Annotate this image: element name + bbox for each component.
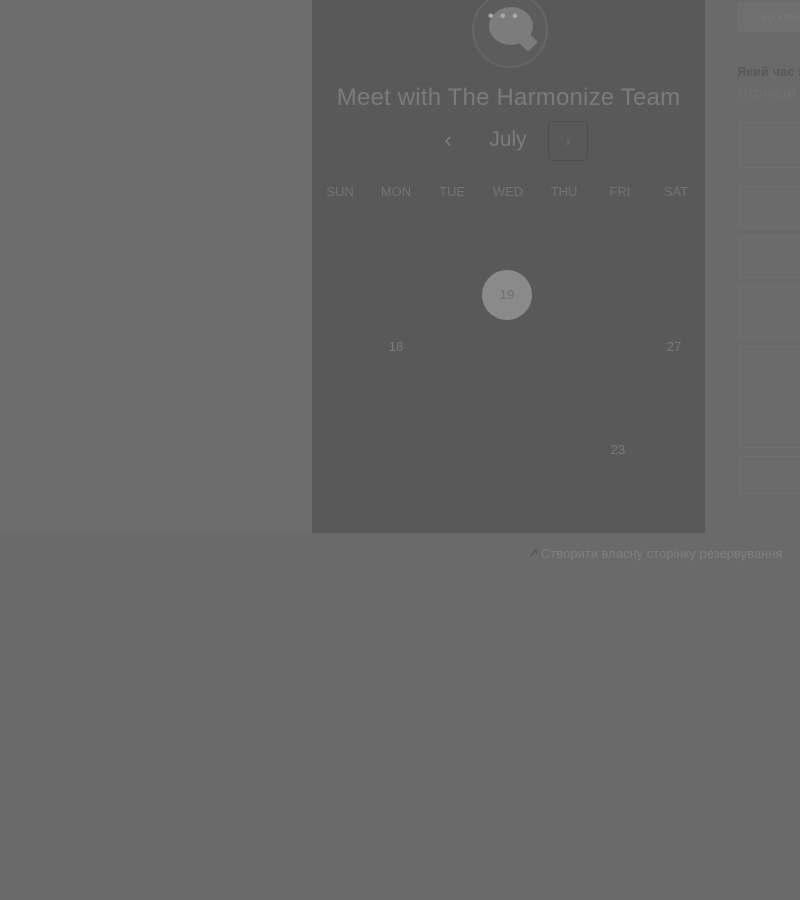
weekday-thu: THU (550, 184, 578, 199)
create-booking-page-label: Створити власну сторінку резервування (540, 546, 783, 561)
time-slot[interactable] (739, 346, 800, 448)
chevron-right-icon[interactable]: › (548, 121, 588, 161)
weekday-header: SUN MON TUE WED THU FRI SAT (312, 184, 705, 204)
month-navigation: ‹ July › (312, 120, 705, 162)
timezone-label: UTC+03:00 (739, 88, 796, 100)
footer: ↗ Створити власну сторінку резервування (0, 533, 800, 900)
weekday-fri: FRI (609, 184, 631, 199)
time-slot[interactable] (739, 456, 800, 494)
arrow-icon: ↗ (528, 546, 539, 561)
weekday-tue: TUE (439, 184, 465, 199)
time-slot[interactable] (739, 236, 800, 278)
calendar-day[interactable]: 27 (649, 336, 699, 358)
calendar-day[interactable]: 18 (371, 336, 421, 358)
create-booking-page-link[interactable]: ↗ Створити власну сторінку резервування (528, 546, 783, 562)
month-label: July (489, 128, 527, 151)
calendar-day[interactable]: 23 (593, 439, 643, 461)
weekday-sat: SAT (663, 184, 689, 199)
duration-selector[interactable]: 30 хвилин (737, 2, 800, 32)
time-question: Який час вам зручний? (737, 64, 800, 79)
chat-bubble-icon: • • • (472, 0, 548, 68)
page-title: Meet with The Harmonize Team (336, 84, 681, 111)
booking-card: • • • Meet with The Harmonize Team ‹ Jul… (312, 0, 705, 533)
weekday-mon: MON (380, 184, 412, 199)
weekday-wed: WED (492, 184, 524, 199)
chevron-left-icon[interactable]: ‹ (436, 126, 460, 154)
left-panel (0, 0, 312, 536)
weekday-sun: SUN (326, 184, 354, 199)
time-slot[interactable] (739, 186, 800, 228)
time-selection-panel: 30 хвилин Який час вам зручний? UTC+03:0… (705, 0, 800, 533)
calendar-day-selected[interactable]: 19 (482, 270, 532, 320)
time-slot[interactable] (739, 122, 800, 168)
time-slot[interactable] (739, 286, 800, 338)
